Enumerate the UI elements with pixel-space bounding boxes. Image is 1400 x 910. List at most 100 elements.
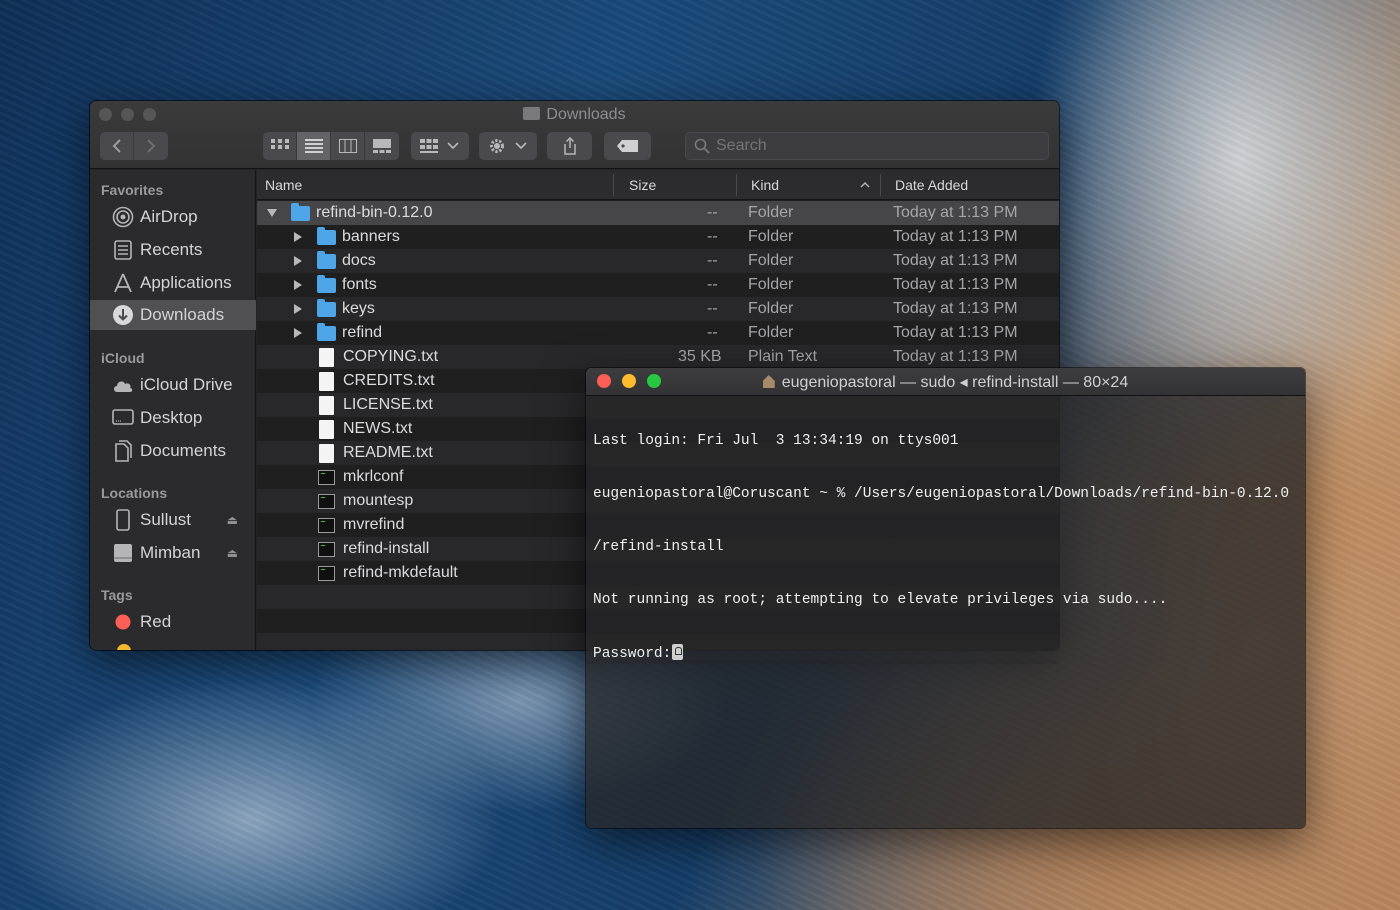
text-file-icon	[319, 371, 334, 391]
group-icon	[420, 139, 438, 153]
sort-ascending-icon	[860, 182, 870, 188]
group-by-button[interactable]	[411, 132, 469, 160]
sidebar-item-downloads[interactable]: Downloads	[90, 300, 256, 330]
list-icon	[304, 139, 323, 153]
text-file-icon	[319, 443, 334, 463]
column-size[interactable]: Size	[629, 170, 656, 200]
cloud-icon	[112, 374, 134, 396]
sidebar-item-label: Desktop	[140, 408, 203, 427]
sidebar-item-label: Sullust	[140, 510, 192, 529]
finder-toolbar: Downloads Search	[90, 101, 1059, 169]
sidebar-item-airdrop[interactable]: AirDrop	[90, 202, 256, 232]
sidebar: Favorites AirDrop Recents Applications D…	[90, 170, 256, 650]
sidebar-item-applications[interactable]: Applications	[90, 268, 256, 298]
text-file-icon	[319, 419, 334, 439]
folder-icon	[317, 274, 336, 293]
columns-icon	[338, 139, 357, 153]
sidebar-item-label: Mimban	[140, 543, 201, 562]
table-row[interactable]: keys -- Folder Today at 1:13 PM	[257, 297, 1059, 321]
tag-icon	[616, 140, 638, 152]
disclosure-closed-icon[interactable]	[294, 232, 302, 242]
sidebar-item-sullust[interactable]: Sullust ⏏	[90, 505, 256, 535]
eject-icon[interactable]: ⏏	[227, 546, 238, 560]
tag-button[interactable]	[604, 132, 651, 160]
password-prompt: Password:	[593, 646, 672, 663]
folder-icon	[291, 202, 310, 221]
gear-icon	[490, 139, 504, 153]
table-row[interactable]: fonts -- Folder Today at 1:13 PM	[257, 273, 1059, 297]
disclosure-closed-icon[interactable]	[294, 328, 302, 338]
folder-icon	[317, 298, 336, 317]
recents-icon	[112, 239, 134, 261]
share-icon	[563, 137, 576, 155]
sidebar-item-documents[interactable]: Documents	[90, 436, 256, 466]
sidebar-heading-icloud: iCloud	[101, 350, 145, 366]
text-file-icon	[319, 347, 334, 367]
text-file-icon	[319, 395, 334, 415]
sidebar-item-recents[interactable]: Recents	[90, 235, 256, 265]
share-button[interactable]	[547, 132, 592, 160]
table-row[interactable]: banners -- Folder Today at 1:13 PM	[257, 225, 1059, 249]
column-header: Name Size Kind Date Added	[257, 170, 1059, 200]
grid-icon	[270, 139, 289, 149]
chevron-left-icon	[112, 139, 121, 153]
disclosure-closed-icon[interactable]	[294, 304, 302, 314]
list-view-button[interactable]	[297, 132, 331, 160]
column-kind[interactable]: Kind	[751, 170, 779, 200]
view-mode-group	[263, 132, 399, 160]
search-field[interactable]: Search	[685, 132, 1049, 160]
sidebar-heading-locations: Locations	[101, 485, 168, 501]
back-forward-group	[100, 132, 168, 160]
window-title: eugeniopastoral — sudo ◂ refind-install …	[586, 372, 1305, 392]
chevron-right-icon	[147, 139, 156, 153]
gallery-view-button[interactable]	[365, 132, 399, 160]
executable-icon	[318, 541, 335, 557]
table-row[interactable]: docs -- Folder Today at 1:13 PM	[257, 249, 1059, 273]
airdrop-icon	[112, 206, 134, 228]
sidebar-item-label: iCloud Drive	[140, 375, 233, 394]
key-cursor-icon	[672, 644, 684, 661]
forward-button[interactable]	[134, 132, 168, 160]
applications-icon	[112, 272, 134, 294]
sidebar-item-label: Red	[140, 612, 172, 631]
table-row[interactable]: COPYING.txt 35 KB Plain Text Today at 1:…	[257, 345, 1059, 369]
search-placeholder: Search	[716, 137, 767, 154]
executable-icon	[318, 469, 335, 485]
home-icon	[762, 375, 775, 388]
gallery-icon	[373, 139, 391, 153]
column-view-button[interactable]	[331, 132, 365, 160]
chevron-down-icon	[447, 142, 459, 150]
action-menu-button[interactable]	[479, 132, 537, 160]
terminal-line: Not running as root; attempting to eleva…	[593, 591, 1168, 608]
disclosure-open-icon[interactable]	[267, 209, 277, 217]
sidebar-heading-favorites: Favorites	[101, 182, 164, 198]
executable-icon	[318, 493, 335, 509]
terminal-output[interactable]: Last login: Fri Jul 3 13:34:19 on ttys00…	[593, 398, 1301, 697]
chevron-down-icon	[515, 142, 527, 150]
documents-icon	[112, 440, 134, 462]
phone-icon	[112, 509, 134, 531]
sidebar-item-desktop[interactable]: Desktop	[90, 403, 256, 433]
sidebar-heading-tags: Tags	[101, 587, 133, 603]
orange-tag-icon	[117, 644, 131, 650]
sidebar-item-mimban[interactable]: Mimban ⏏	[90, 538, 256, 568]
eject-icon[interactable]: ⏏	[227, 513, 238, 527]
disk-icon	[112, 542, 134, 564]
table-row[interactable]: refind -- Folder Today at 1:13 PM	[257, 321, 1059, 345]
disclosure-closed-icon[interactable]	[294, 256, 302, 266]
terminal-line: Last login: Fri Jul 3 13:34:19 on ttys00…	[593, 433, 959, 450]
folder-icon	[317, 226, 336, 245]
table-row[interactable]: refind-bin-0.12.0 -- Folder Today at 1:1…	[257, 201, 1059, 225]
sidebar-item-label: AirDrop	[140, 207, 198, 226]
sidebar-item-label: Applications	[140, 273, 232, 292]
icon-view-button[interactable]	[263, 132, 297, 160]
sidebar-item-tag-red[interactable]: Red	[90, 607, 256, 637]
downloads-icon	[112, 304, 134, 326]
disclosure-closed-icon[interactable]	[294, 280, 302, 290]
column-name[interactable]: Name	[265, 170, 302, 200]
back-button[interactable]	[100, 132, 134, 160]
red-tag-icon	[112, 611, 134, 633]
executable-icon	[318, 517, 335, 533]
column-date-added[interactable]: Date Added	[895, 170, 968, 200]
sidebar-item-icloud-drive[interactable]: iCloud Drive	[90, 370, 256, 400]
